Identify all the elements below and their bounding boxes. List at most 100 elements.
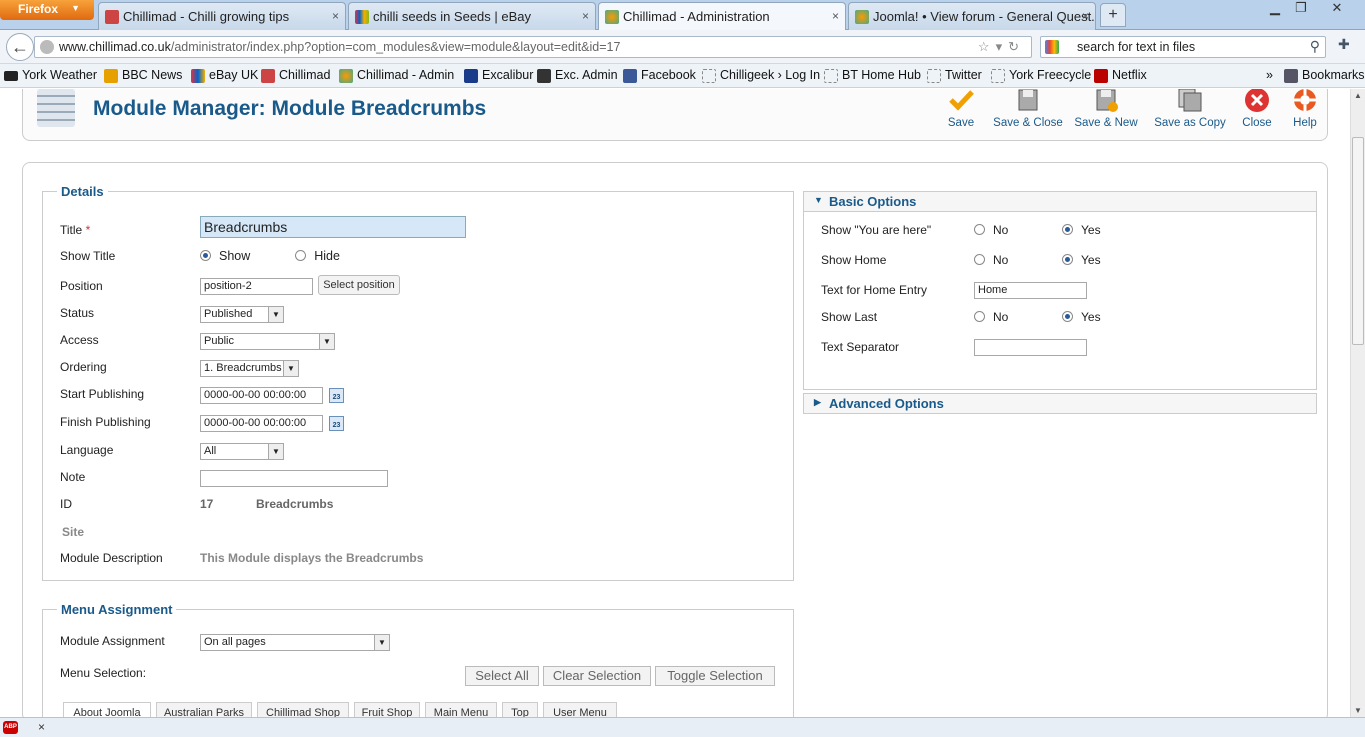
yes-radio[interactable] bbox=[1062, 254, 1073, 265]
tab-chillimad-shop[interactable]: Chillimad Shop bbox=[257, 702, 349, 717]
bbc-icon bbox=[4, 71, 18, 81]
save-close-button[interactable]: Save & Close bbox=[991, 89, 1065, 129]
show-radio[interactable] bbox=[200, 250, 211, 261]
yes-radio[interactable] bbox=[1062, 224, 1073, 235]
tab-main-menu[interactable]: Main Menu bbox=[425, 702, 497, 717]
close-icon[interactable]: × bbox=[582, 9, 589, 23]
bookmarks-bar: York Weather BBC News eBay UK Chillimad … bbox=[0, 64, 1365, 88]
calendar-icon[interactable]: 23 bbox=[329, 416, 344, 431]
adblock-icon[interactable]: ABP bbox=[3, 721, 18, 734]
basic-options-header[interactable]: ▼ Basic Options bbox=[803, 191, 1317, 212]
show-last-no[interactable]: No bbox=[974, 310, 1008, 324]
no-radio[interactable] bbox=[974, 254, 985, 265]
tab-about-joomla[interactable]: About Joomla bbox=[63, 702, 151, 717]
select-all-button[interactable]: Select All bbox=[465, 666, 539, 686]
tab-top[interactable]: Top bbox=[502, 702, 538, 717]
bookmark-item[interactable]: Facebook bbox=[623, 68, 696, 83]
page-scrollbar[interactable]: ▲ ▼ bbox=[1350, 89, 1365, 717]
back-arrow-icon[interactable]: ← bbox=[6, 33, 34, 61]
home-text-input[interactable]: Home bbox=[974, 282, 1087, 299]
no-radio[interactable] bbox=[974, 311, 985, 322]
status-label: Status bbox=[60, 306, 95, 320]
bookmark-item[interactable]: Chillimad bbox=[261, 68, 330, 83]
show-title-label: Show Title bbox=[60, 249, 116, 263]
bookmarks-icon[interactable]: ✚ bbox=[1338, 36, 1350, 53]
tab-australian-parks[interactable]: Australian Parks bbox=[156, 702, 252, 717]
save-copy-button[interactable]: Save as Copy bbox=[1151, 89, 1229, 129]
firefox-menu-button[interactable]: Firefox ▼ bbox=[0, 0, 94, 20]
select-position-button[interactable]: Select position bbox=[318, 275, 400, 295]
show-home-yes[interactable]: Yes bbox=[1062, 253, 1101, 267]
bookmark-item[interactable]: Chillimad - Admin bbox=[339, 68, 454, 83]
bookmark-item[interactable]: eBay UK bbox=[191, 68, 258, 83]
bookmarks-overflow-button[interactable]: » bbox=[1266, 68, 1273, 82]
bookmark-item[interactable]: Excalibur bbox=[464, 68, 533, 83]
language-label: Language bbox=[60, 443, 114, 457]
browser-tab[interactable]: chilli seeds in Seeds | eBay × bbox=[348, 2, 596, 30]
scrollbar-thumb[interactable] bbox=[1352, 137, 1364, 345]
tab-user-menu[interactable]: User Menu bbox=[543, 702, 617, 717]
bookmark-label: Netflix bbox=[1112, 68, 1147, 82]
access-select[interactable]: Public ▼ bbox=[200, 333, 335, 350]
bookmark-item[interactable]: York Weather bbox=[4, 68, 97, 82]
browser-tab-active[interactable]: Chillimad - Administration × bbox=[598, 2, 846, 31]
search-icon[interactable]: ⚲ bbox=[1310, 38, 1320, 55]
bookmark-item[interactable]: BT Home Hub bbox=[824, 68, 921, 83]
close-button[interactable]: Close bbox=[1237, 89, 1277, 129]
scroll-up-icon[interactable]: ▲ bbox=[1354, 91, 1362, 100]
close-icon[interactable]: × bbox=[832, 9, 839, 23]
bookmark-item[interactable]: York Freecycle bbox=[991, 68, 1091, 83]
menu-assignment-legend: Menu Assignment bbox=[61, 602, 173, 617]
bookmark-item[interactable]: Exc. Admin bbox=[537, 68, 618, 83]
window-close-icon[interactable]: ✕ bbox=[1326, 0, 1348, 18]
note-input[interactable] bbox=[200, 470, 388, 487]
search-bar[interactable]: search for text in files ⚲ bbox=[1040, 36, 1326, 58]
bookmarks-menu-button[interactable]: Bookmarks bbox=[1284, 68, 1365, 83]
bookmark-item[interactable]: Netflix bbox=[1094, 68, 1147, 83]
url-bar[interactable]: www.chillimad.co.uk/administrator/index.… bbox=[34, 36, 1032, 58]
show-last-yes[interactable]: Yes bbox=[1062, 310, 1101, 324]
hide-option-label: Hide bbox=[314, 249, 340, 263]
scroll-down-icon[interactable]: ▼ bbox=[1354, 706, 1362, 715]
tab-fruit-shop[interactable]: Fruit Shop bbox=[354, 702, 420, 717]
no-radio[interactable] bbox=[974, 224, 985, 235]
bookmark-star-icon[interactable]: ☆▾↻ bbox=[978, 39, 1025, 55]
show-home-no[interactable]: No bbox=[974, 253, 1008, 267]
close-icon[interactable]: × bbox=[38, 720, 45, 734]
show-here-yes[interactable]: Yes bbox=[1062, 223, 1101, 237]
bookmark-item[interactable]: Chilligeek › Log In bbox=[702, 68, 820, 83]
save-new-button[interactable]: Save & New bbox=[1073, 89, 1139, 129]
minimize-icon[interactable]: ▁ bbox=[1264, 0, 1286, 18]
bookmark-item[interactable]: Twitter bbox=[927, 68, 982, 83]
calendar-icon[interactable]: 23 bbox=[329, 388, 344, 403]
bookmark-item[interactable]: BBC News bbox=[104, 68, 182, 83]
facebook-icon bbox=[623, 69, 637, 83]
start-publishing-input[interactable]: 0000-00-00 00:00:00 bbox=[200, 387, 323, 404]
chevron-down-icon: ▼ bbox=[374, 635, 389, 650]
browser-tab[interactable]: Chillimad - Chilli growing tips × bbox=[98, 2, 346, 30]
browser-tab[interactable]: Joomla! • View forum - General Quest... … bbox=[848, 2, 1096, 30]
position-input[interactable]: position-2 bbox=[200, 278, 313, 295]
toggle-selection-button[interactable]: Toggle Selection bbox=[655, 666, 775, 686]
required-mark: * bbox=[85, 223, 91, 237]
ordering-select[interactable]: 1. Breadcrumbs ▼ bbox=[200, 360, 299, 377]
yes-radio[interactable] bbox=[1062, 311, 1073, 322]
close-icon[interactable]: × bbox=[1082, 9, 1089, 23]
module-assignment-select[interactable]: On all pages ▼ bbox=[200, 634, 390, 651]
show-here-no[interactable]: No bbox=[974, 223, 1008, 237]
restore-icon[interactable]: ❐ bbox=[1290, 0, 1312, 18]
status-select[interactable]: Published ▼ bbox=[200, 306, 284, 323]
hide-radio[interactable] bbox=[295, 250, 307, 261]
netflix-icon bbox=[1094, 69, 1108, 83]
finish-publishing-input[interactable]: 0000-00-00 00:00:00 bbox=[200, 415, 323, 432]
page-content: Module Manager: Module Breadcrumbs Save … bbox=[0, 89, 1350, 717]
advanced-options-header[interactable]: ▶ Advanced Options bbox=[803, 393, 1317, 414]
save-button[interactable]: Save bbox=[941, 89, 981, 129]
separator-input[interactable] bbox=[974, 339, 1087, 356]
help-button[interactable]: Help bbox=[1287, 89, 1323, 129]
language-select[interactable]: All ▼ bbox=[200, 443, 284, 460]
clear-selection-button[interactable]: Clear Selection bbox=[543, 666, 651, 686]
title-input[interactable]: Breadcrumbs bbox=[200, 216, 466, 238]
close-icon[interactable]: × bbox=[332, 9, 339, 23]
new-tab-button[interactable]: + bbox=[1100, 3, 1126, 27]
